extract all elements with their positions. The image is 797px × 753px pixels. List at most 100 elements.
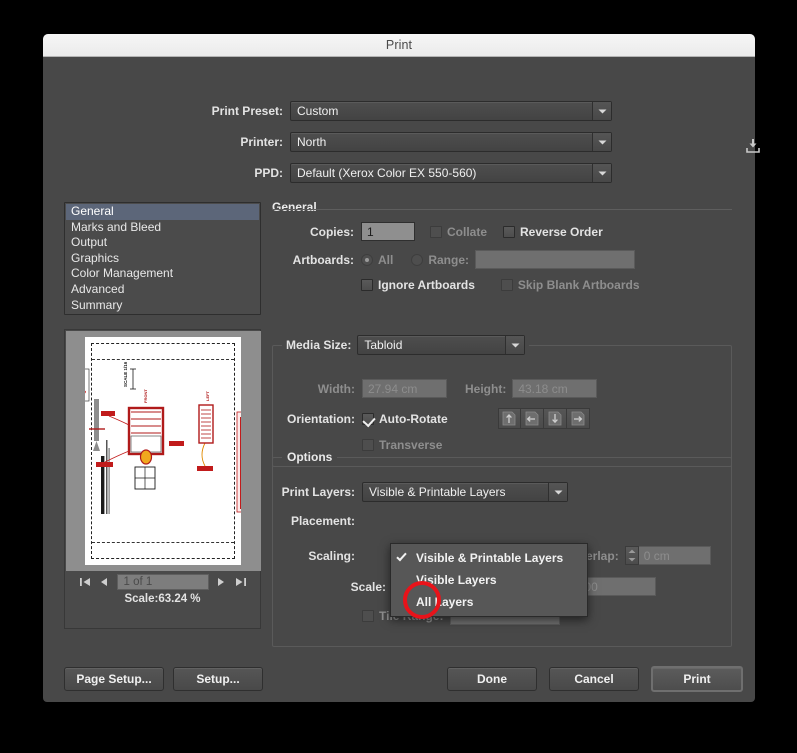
menu-item-visible-printable-layers[interactable]: Visible & Printable Layers	[391, 547, 587, 569]
auto-rotate-label: Auto-Rotate	[379, 411, 448, 426]
sidebar-item-summary[interactable]: Summary	[66, 298, 259, 314]
print-layers-value: Visible & Printable Layers	[369, 485, 506, 499]
preview-page-nav: 1 of 1	[65, 571, 260, 593]
red-circle-highlight	[403, 581, 441, 619]
setup-label: Setup...	[196, 672, 240, 686]
dialog-titlebar: Print	[43, 34, 755, 57]
overlap-value: 0 cm	[643, 548, 670, 563]
page-number-field[interactable]: 1 of 1	[116, 574, 209, 590]
artboards-range-input	[475, 250, 636, 269]
checkbox-icon[interactable]	[361, 279, 373, 291]
preview-artwork: Figs. 4	[85, 361, 241, 514]
menu-item-label: Visible & Printable Layers	[416, 551, 564, 565]
media-height-input: 43.18 cm	[512, 379, 598, 398]
cancel-button[interactable]: Cancel	[549, 667, 639, 691]
print-button[interactable]: Print	[651, 666, 743, 692]
page-setup-button[interactable]: Page Setup...	[64, 667, 164, 691]
save-preset-icon[interactable]	[745, 138, 761, 159]
general-panel: General Copies: 1 Collate Reverse Order	[272, 198, 732, 301]
print-layers-combo[interactable]: Visible & Printable Layers	[362, 482, 568, 502]
printer-value: North	[297, 135, 327, 149]
reverse-order-checkbox[interactable]: Reverse Order	[503, 225, 603, 239]
chevron-down-icon[interactable]	[592, 164, 611, 182]
media-dimensions-row: Width: 27.94 cm Height: 43.18 cm	[273, 379, 598, 398]
media-height-label: Height:	[465, 381, 507, 396]
general-section-header: General	[272, 198, 732, 216]
placement-label: Placement:	[290, 514, 355, 528]
dialog-title: Print	[385, 38, 413, 52]
print-layers-row: Print Layers: Visible & Printable Layers	[273, 482, 568, 502]
radio-icon	[411, 253, 424, 266]
chevron-down-icon[interactable]	[548, 483, 567, 501]
scaling-label: Scaling:	[308, 548, 355, 563]
chevron-down-icon[interactable]	[592, 102, 611, 120]
print-dialog: Print Print Preset: Custom Printer: Nort…	[43, 34, 760, 702]
first-page-icon[interactable]	[79, 575, 92, 589]
print-label: Print	[683, 672, 711, 686]
chevron-down-icon[interactable]	[592, 133, 611, 151]
media-size-label: Media Size:	[286, 338, 352, 352]
page-setup-label: Page Setup...	[76, 672, 152, 686]
overlap-stepper	[624, 546, 639, 565]
printer-combo[interactable]: North	[290, 132, 612, 152]
portrait-up-icon	[497, 408, 521, 429]
print-layers-label: Print Layers:	[281, 485, 355, 499]
checkbox-icon[interactable]	[503, 225, 516, 238]
print-preset-value: Custom	[297, 104, 339, 118]
reverse-order-label: Reverse Order	[520, 224, 603, 239]
ppd-value: Default (Xerox Color EX 550-560)	[297, 166, 477, 180]
ppd-combo[interactable]: Default (Xerox Color EX 550-560)	[290, 163, 612, 183]
copies-input[interactable]: 1	[361, 222, 415, 241]
svg-text:LEFT: LEFT	[205, 390, 210, 401]
print-preset-combo[interactable]: Custom	[290, 101, 612, 121]
dialog-body: Print Preset: Custom Printer: North PPD:…	[43, 57, 760, 702]
checkbox-icon	[500, 279, 513, 291]
svg-text:Figs. 4: Figs. 4	[85, 382, 87, 398]
svg-text:SCALE 1/16: SCALE 1/16	[123, 361, 128, 387]
artboards-all-radio: All	[361, 253, 393, 267]
media-size-combo[interactable]: Tabloid	[357, 335, 526, 355]
preview-scale-text: Scale:63.24 %	[124, 593, 201, 605]
artboards-range-radio: Range:	[411, 253, 469, 267]
next-page-icon[interactable]	[215, 575, 228, 589]
options-group-title: Options	[282, 450, 338, 464]
section-title: General	[272, 200, 323, 214]
sidebar-item-color-management[interactable]: Color Management	[66, 266, 259, 282]
done-label: Done	[477, 672, 507, 686]
radio-icon	[361, 253, 373, 266]
artboards-label: Artboards:	[292, 252, 354, 267]
artboards-all-label: All	[378, 252, 394, 267]
sidebar-item-graphics[interactable]: Graphics	[66, 251, 259, 267]
media-size-value: Tabloid	[364, 338, 403, 352]
category-list[interactable]: General Marks and Bleed Output Graphics …	[64, 202, 261, 315]
artboards-row: Artboards: All Range:	[272, 250, 732, 269]
done-button[interactable]: Done	[447, 667, 537, 691]
placement-row: Placement:	[273, 514, 362, 528]
sidebar-item-marks-and-bleed[interactable]: Marks and Bleed	[66, 220, 259, 236]
chevron-down-icon[interactable]	[505, 336, 525, 354]
checkbox-icon	[430, 225, 442, 238]
ignore-artboards-checkbox[interactable]: Ignore Artboards	[361, 278, 475, 292]
printer-label: Printer:	[240, 135, 283, 149]
sidebar-item-general[interactable]: General	[66, 204, 259, 220]
setup-button[interactable]: Setup...	[173, 667, 263, 691]
auto-rotate-checkbox[interactable]: Auto-Rotate	[362, 412, 448, 426]
preview-page-sheet: Figs. 4	[85, 337, 241, 565]
orientation-row: Orientation: Auto-Rotate	[273, 408, 590, 429]
previous-page-icon[interactable]	[98, 575, 111, 589]
skip-blank-artboards-checkbox: Skip Blank Artboards	[500, 278, 640, 292]
checkbox-icon[interactable]	[362, 412, 374, 425]
print-preset-row: Print Preset: Custom	[195, 101, 735, 121]
ppd-label: PPD:	[254, 166, 283, 180]
portrait-down-icon	[543, 408, 567, 429]
sidebar-item-output[interactable]: Output	[66, 235, 259, 251]
preview-canvas[interactable]: Figs. 4	[66, 331, 261, 571]
check-icon	[396, 550, 407, 562]
last-page-icon[interactable]	[234, 575, 247, 589]
overlap-input: 0 cm	[638, 546, 711, 565]
sidebar-item-advanced[interactable]: Advanced	[66, 282, 259, 298]
scale-label: Scale:	[350, 579, 386, 594]
print-preview-panel: Figs. 4	[64, 329, 261, 629]
ppd-row: PPD: Default (Xerox Color EX 550-560)	[195, 163, 735, 183]
transverse-row: Transverse	[362, 438, 442, 452]
